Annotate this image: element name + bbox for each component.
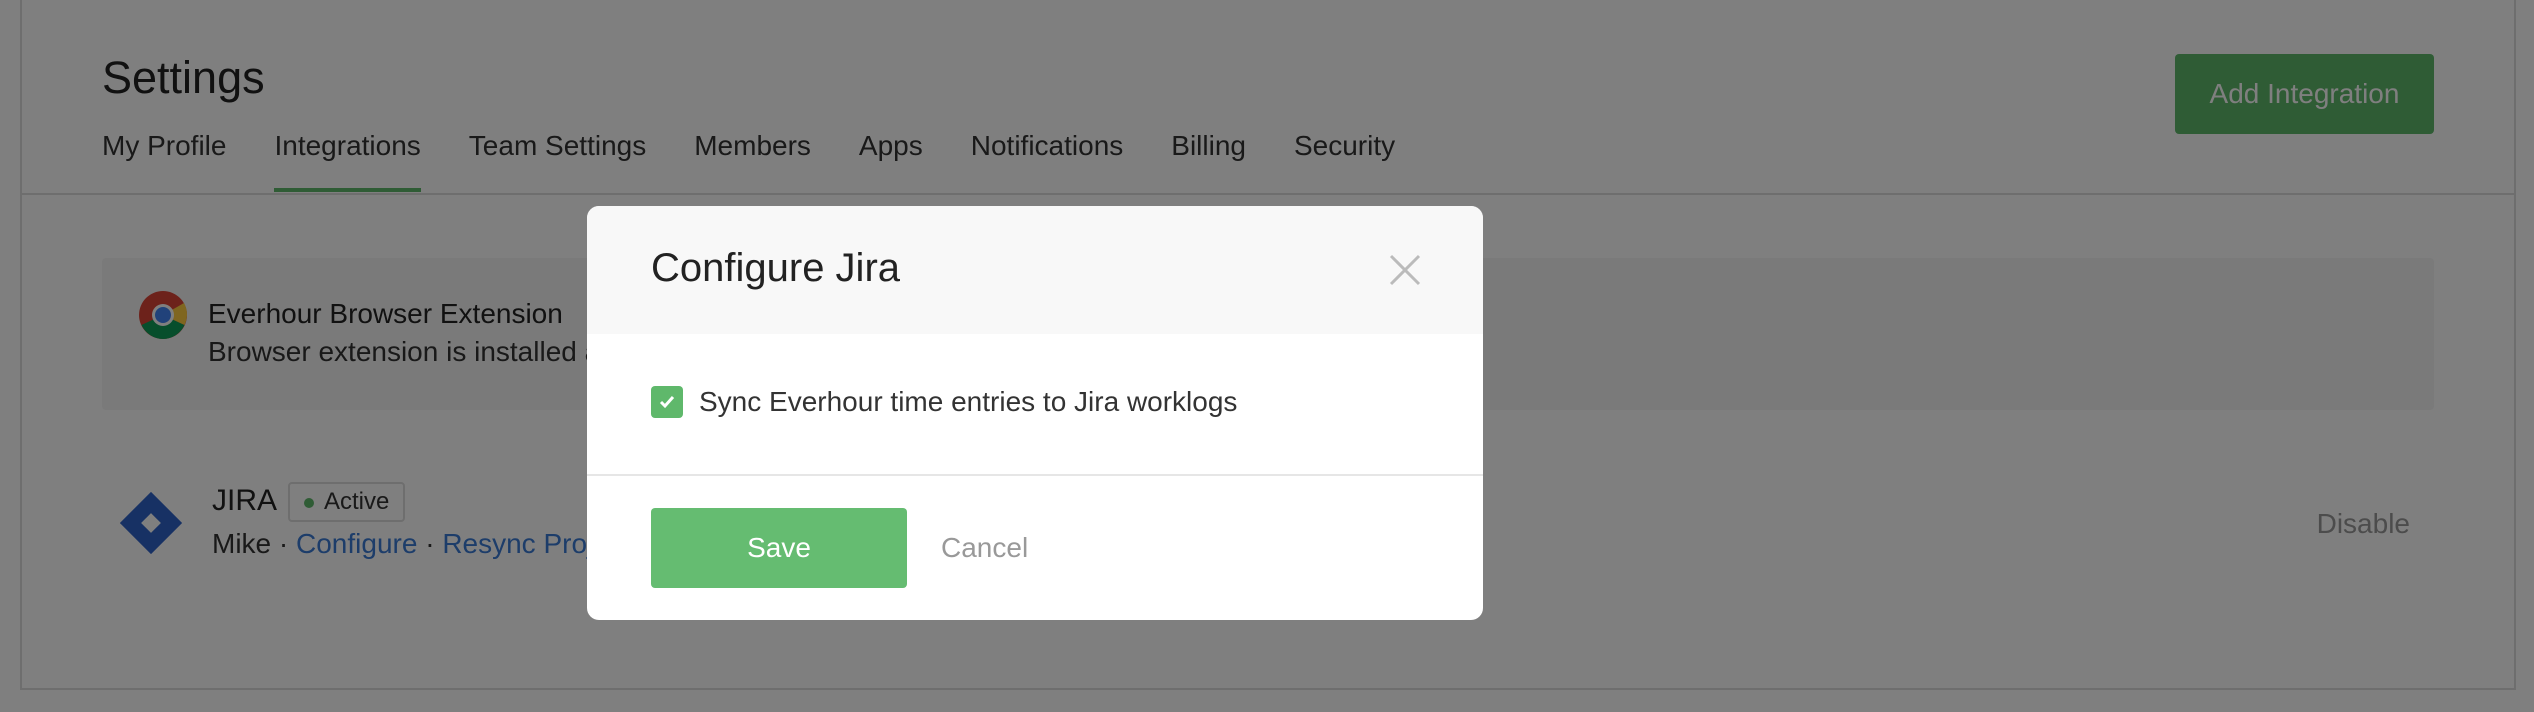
modal-footer-divider <box>587 474 1483 476</box>
close-icon[interactable] <box>1387 252 1423 288</box>
cancel-button[interactable]: Cancel <box>941 532 1028 564</box>
configure-jira-modal: Configure Jira Sync Everhour time entrie… <box>587 206 1483 620</box>
modal-header: Configure Jira <box>587 206 1483 334</box>
modal-body: Sync Everhour time entries to Jira workl… <box>587 334 1483 482</box>
sync-worklogs-label[interactable]: Sync Everhour time entries to Jira workl… <box>699 386 1237 418</box>
settings-page: Settings Add Integration My Profile Inte… <box>0 0 2534 712</box>
checkmark-icon <box>659 396 675 409</box>
modal-title: Configure Jira <box>651 246 901 290</box>
sync-worklogs-checkbox[interactable] <box>651 386 683 418</box>
save-button[interactable]: Save <box>651 508 907 588</box>
